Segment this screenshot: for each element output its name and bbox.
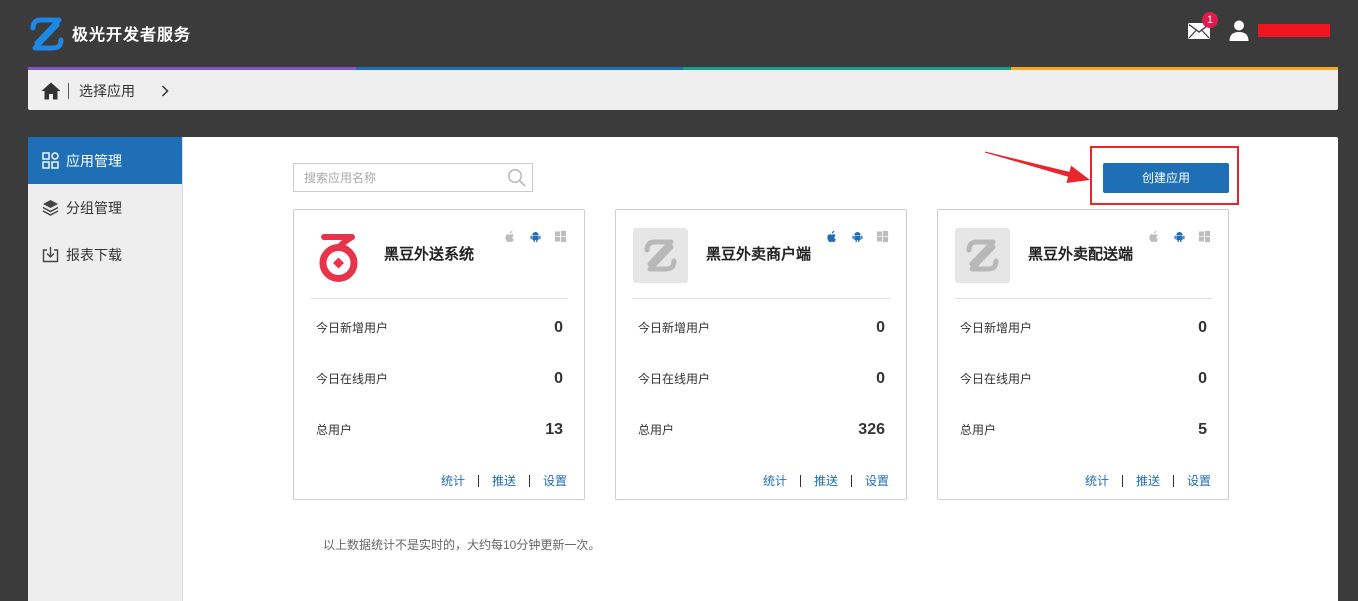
settings-link[interactable]: 设置 bbox=[543, 473, 567, 489]
search-box bbox=[293, 163, 533, 192]
stat-label-online-users: 今日在线用户 bbox=[316, 372, 389, 386]
sidebar-item-report-download[interactable]: 报表下载 bbox=[28, 231, 182, 278]
app-grid-icon bbox=[42, 152, 59, 169]
link-separator bbox=[477, 475, 479, 487]
stat-label-new-users: 今日新增用户 bbox=[960, 321, 1033, 335]
sidebar: 应用管理 分组管理 报表下载 bbox=[28, 137, 183, 601]
placeholder-app-logo-icon[interactable] bbox=[633, 228, 688, 283]
stat-label-online-users: 今日在线用户 bbox=[638, 372, 711, 386]
placeholder-app-logo-icon[interactable] bbox=[955, 228, 1010, 283]
jiguang-logo-icon[interactable] bbox=[28, 16, 66, 52]
data-refresh-note: 以上数据统计不是实时的，大约每10分钟更新一次。 bbox=[323, 538, 601, 552]
stats-link[interactable]: 统计 bbox=[1085, 473, 1109, 489]
app-name[interactable]: 黑豆外卖商户端 bbox=[706, 245, 811, 265]
app-card: 黑豆外卖商户端 今日新增用户 0 今日在线用户 0 总用户 326 统计 推送 … bbox=[615, 209, 907, 500]
sidebar-item-label: 报表下载 bbox=[66, 246, 122, 263]
card-actions: 统计 推送 设置 bbox=[1085, 473, 1211, 489]
sidebar-item-label: 分组管理 bbox=[66, 199, 122, 216]
app-card: 黑豆外送系统 今日新增用户 0 今日在线用户 0 总用户 13 统计 推送 设置 bbox=[293, 209, 585, 500]
user-icon[interactable] bbox=[1229, 20, 1249, 41]
chevron-right-icon[interactable] bbox=[161, 85, 169, 97]
link-separator bbox=[528, 475, 530, 487]
stat-label-online-users: 今日在线用户 bbox=[960, 372, 1033, 386]
app-name[interactable]: 黑豆外送系统 bbox=[384, 245, 474, 265]
stat-value-online-users: 0 bbox=[876, 370, 885, 387]
main-panel: 应用管理 分组管理 报表下载 创建应用 bbox=[28, 137, 1338, 601]
link-separator bbox=[799, 475, 801, 487]
link-separator bbox=[1172, 475, 1174, 487]
push-link[interactable]: 推送 bbox=[814, 473, 838, 489]
apple-icon bbox=[1149, 230, 1159, 243]
layers-icon bbox=[42, 200, 59, 216]
redacted-username[interactable] bbox=[1258, 24, 1330, 37]
stat-value-online-users: 0 bbox=[1198, 370, 1207, 387]
stat-value-total-users: 326 bbox=[858, 421, 885, 438]
sidebar-item-group-management[interactable]: 分组管理 bbox=[28, 184, 182, 231]
card-divider bbox=[955, 298, 1212, 299]
red-app-logo-icon[interactable] bbox=[311, 228, 366, 283]
stat-value-new-users: 0 bbox=[554, 319, 563, 336]
link-separator bbox=[1121, 475, 1123, 487]
stat-label-total-users: 总用户 bbox=[316, 423, 353, 437]
android-icon bbox=[1174, 232, 1185, 243]
stats-link[interactable]: 统计 bbox=[763, 473, 787, 489]
stats-link[interactable]: 统计 bbox=[441, 473, 465, 489]
stat-value-new-users: 0 bbox=[1198, 319, 1207, 336]
windows-icon bbox=[1198, 230, 1211, 243]
windows-icon bbox=[876, 230, 889, 243]
card-actions: 统计 推送 设置 bbox=[441, 473, 567, 489]
search-input[interactable] bbox=[294, 164, 499, 191]
android-icon bbox=[530, 232, 541, 243]
settings-link[interactable]: 设置 bbox=[1187, 473, 1211, 489]
stat-label-new-users: 今日新增用户 bbox=[316, 321, 389, 335]
stat-value-total-users: 5 bbox=[1198, 421, 1207, 438]
search-icon[interactable] bbox=[507, 168, 526, 187]
brand-title[interactable]: 极光开发者服务 bbox=[72, 26, 191, 46]
card-actions: 统计 推送 设置 bbox=[763, 473, 889, 489]
settings-link[interactable]: 设置 bbox=[865, 473, 889, 489]
windows-icon bbox=[554, 230, 567, 243]
android-icon bbox=[852, 232, 863, 243]
breadcrumb: 选择应用 bbox=[28, 70, 1338, 110]
stat-value-online-users: 0 bbox=[554, 370, 563, 387]
stat-label-new-users: 今日新增用户 bbox=[638, 321, 711, 335]
apple-icon bbox=[827, 230, 837, 243]
push-link[interactable]: 推送 bbox=[492, 473, 516, 489]
app-card: 黑豆外卖配送端 今日新增用户 0 今日在线用户 0 总用户 5 统计 推送 设置 bbox=[937, 209, 1229, 500]
link-separator bbox=[850, 475, 852, 487]
stat-label-total-users: 总用户 bbox=[638, 423, 675, 437]
stat-value-new-users: 0 bbox=[876, 319, 885, 336]
app-name[interactable]: 黑豆外卖配送端 bbox=[1028, 245, 1133, 265]
create-app-button[interactable]: 创建应用 bbox=[1103, 163, 1229, 193]
notification-badge[interactable]: 1 bbox=[1202, 12, 1218, 28]
breadcrumb-separator bbox=[68, 83, 69, 99]
card-divider bbox=[633, 298, 890, 299]
sidebar-item-app-management[interactable]: 应用管理 bbox=[28, 137, 182, 184]
stat-label-total-users: 总用户 bbox=[960, 423, 997, 437]
download-icon bbox=[42, 247, 59, 263]
card-divider bbox=[311, 298, 568, 299]
home-icon[interactable] bbox=[41, 82, 61, 100]
top-bar: 极光开发者服务 1 bbox=[0, 0, 1358, 67]
sidebar-item-label: 应用管理 bbox=[66, 152, 122, 169]
apple-icon bbox=[505, 230, 515, 243]
stat-value-total-users: 13 bbox=[545, 421, 563, 438]
breadcrumb-current[interactable]: 选择应用 bbox=[79, 82, 135, 100]
push-link[interactable]: 推送 bbox=[1136, 473, 1160, 489]
